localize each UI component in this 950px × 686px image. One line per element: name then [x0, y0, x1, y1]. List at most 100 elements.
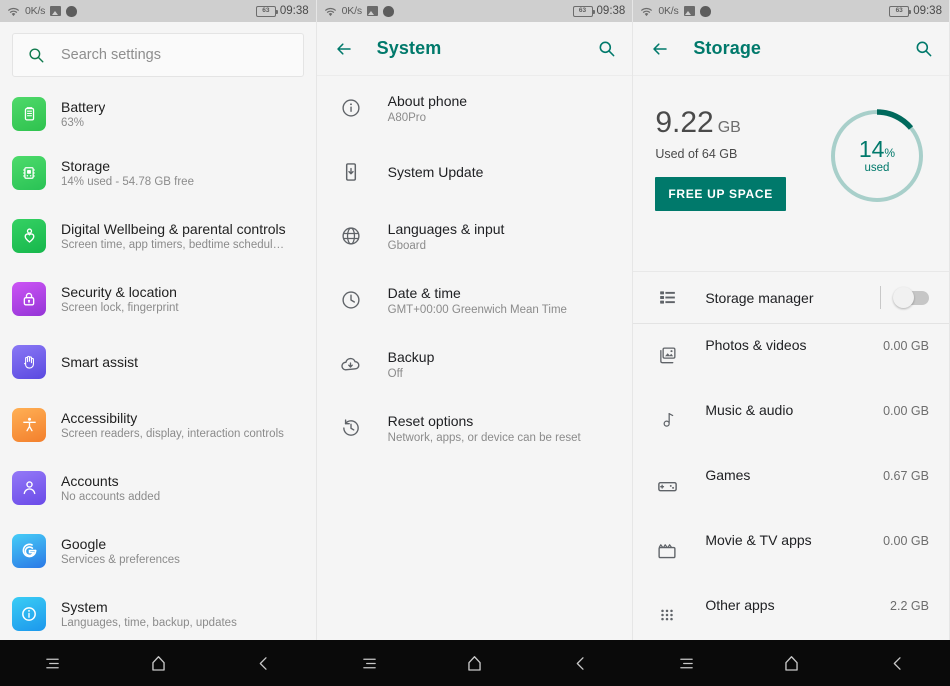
- settings-item-security-location[interactable]: Security & location Screen lock, fingerp…: [12, 267, 316, 330]
- storage-category-body: Music & audio 0.00 GB: [705, 402, 929, 418]
- settings-item-text: Digital Wellbeing & parental controls Sc…: [61, 221, 286, 251]
- system-item-text: Date & time GMT+00:00 Greenwich Mean Tim…: [388, 285, 567, 316]
- back-button[interactable]: [867, 640, 927, 686]
- settings-item-subtitle: No accounts added: [61, 490, 161, 503]
- search-icon[interactable]: [914, 39, 933, 58]
- settings-item-system[interactable]: System Languages, time, backup, updates: [12, 582, 316, 645]
- system-item-title: Backup: [387, 348, 435, 365]
- storage-category-music-audio[interactable]: Music & audio 0.00 GB: [633, 389, 949, 454]
- storage-manager-row[interactable]: Storage manager: [633, 272, 949, 324]
- system-item-text: Backup Off: [388, 349, 435, 380]
- recents-button[interactable]: [23, 640, 83, 686]
- settings-item-subtitle: Screen lock, fingerprint: [61, 301, 179, 314]
- settings-item-subtitle: 63%: [61, 116, 85, 129]
- free-up-space-button[interactable]: FREE UP SPACE: [655, 177, 786, 211]
- back-arrow-icon[interactable]: [333, 40, 355, 58]
- storage-category-head: Other apps 2.2 GB: [705, 597, 929, 613]
- storage-category-games[interactable]: Games 0.67 GB: [633, 454, 949, 519]
- wifi-icon: [8, 7, 19, 16]
- status-bar-3: 0K/s 63 09:38: [633, 0, 949, 22]
- system-item-title: Languages & input: [387, 220, 505, 237]
- page-title: Storage: [693, 38, 762, 58]
- storage-category-name: Music & audio: [705, 402, 794, 418]
- storage-manager-toggle[interactable]: [892, 286, 929, 308]
- home-button[interactable]: [445, 640, 505, 686]
- music-note-icon: [655, 402, 679, 430]
- photos-icon: [655, 337, 679, 366]
- settings-item-title: Digital Wellbeing & parental controls: [61, 220, 286, 237]
- status-bar-left: 0K/s: [7, 5, 78, 17]
- home-button[interactable]: [128, 640, 188, 686]
- system-screen: 0K/s 63 09:38 System About phone A80Pro …: [316, 0, 634, 686]
- storage-category-head: Games 0.67 GB: [705, 467, 929, 483]
- storage-used-value-row: 9.22 GB: [655, 108, 786, 138]
- storage-used-unit: GB: [717, 119, 741, 136]
- recording-dot-icon: [699, 5, 711, 17]
- page-title: System: [376, 38, 442, 58]
- settings-item-storage[interactable]: Storage 14% used - 54.78 GB free: [12, 141, 316, 204]
- photo-icon: [50, 6, 62, 16]
- clapperboard-icon: [655, 532, 679, 562]
- storage-category-size: 0.67 GB: [883, 469, 929, 483]
- search-input[interactable]: Search settings: [12, 33, 304, 77]
- network-speed-label: 0K/s: [658, 5, 679, 17]
- storage-category-movie-tv-apps[interactable]: Movie & TV apps 0.00 GB: [633, 519, 949, 584]
- home-button[interactable]: [762, 640, 822, 686]
- system-item-languages-input[interactable]: Languages & input Gboard: [317, 204, 633, 268]
- navigation-bar: [0, 640, 950, 686]
- settings-item-accounts[interactable]: Accounts No accounts added: [12, 456, 316, 519]
- settings-item-text: Storage 14% used - 54.78 GB free: [61, 158, 194, 188]
- settings-item-battery[interactable]: Battery 63%: [12, 86, 316, 141]
- system-item-subtitle: GMT+00:00 Greenwich Mean Time: [387, 303, 567, 316]
- settings-item-title: Accounts: [61, 472, 119, 489]
- system-item-date-time[interactable]: Date & time GMT+00:00 Greenwich Mean Tim…: [317, 268, 633, 332]
- back-button[interactable]: [551, 640, 611, 686]
- storage-category-head: Music & audio 0.00 GB: [705, 402, 929, 418]
- system-item-title: Date & time: [387, 284, 461, 301]
- status-bar-right: 63 09:38: [889, 5, 942, 17]
- settings-item-subtitle: Services & preferences: [61, 553, 180, 566]
- search-icon[interactable]: [597, 39, 616, 58]
- globe-icon: [339, 225, 363, 247]
- settings-item-subtitle: 14% used - 54.78 GB free: [61, 175, 194, 188]
- system-item-reset-options[interactable]: Reset options Network, apps, or device c…: [317, 396, 633, 460]
- settings-item-smart-assist[interactable]: Smart assist: [12, 330, 316, 393]
- recents-button[interactable]: [656, 640, 716, 686]
- system-item-text: Reset options Network, apps, or device c…: [388, 413, 581, 444]
- back-button[interactable]: [234, 640, 294, 686]
- toggle-knob: [892, 286, 914, 308]
- system-item-subtitle: Gboard: [387, 239, 427, 252]
- settings-item-text: Smart assist: [61, 354, 138, 370]
- system-item-subtitle: Off: [387, 367, 403, 380]
- storage-usage-ring: 14% used: [827, 106, 927, 206]
- storage-category-photos-videos[interactable]: Photos & videos 0.00 GB: [633, 324, 949, 389]
- network-speed-label: 0K/s: [341, 5, 362, 17]
- accessibility-icon: [12, 407, 46, 442]
- settings-item-text: Battery 63%: [61, 99, 105, 129]
- settings-item-subtitle: Screen time, app timers, bedtime schedul…: [61, 238, 285, 251]
- settings-item-title: Accessibility: [61, 409, 138, 426]
- system-item-title: System Update: [387, 164, 484, 180]
- clock-label: 09:38: [913, 5, 942, 17]
- system-item-title: Reset options: [387, 412, 474, 429]
- settings-item-accessibility[interactable]: Accessibility Screen readers, display, i…: [12, 393, 316, 456]
- battery-level-label: 63: [895, 6, 903, 14]
- search-placeholder: Search settings: [61, 47, 161, 63]
- settings-item-google[interactable]: Google Services & preferences: [12, 519, 316, 582]
- storage-category-head: Movie & TV apps 0.00 GB: [705, 532, 929, 548]
- back-arrow-icon[interactable]: [649, 40, 671, 58]
- system-item-text: Languages & input Gboard: [388, 221, 505, 252]
- info-circle-icon: [12, 596, 46, 631]
- system-item-title: About phone: [387, 92, 468, 109]
- system-item-system-update[interactable]: System Update: [317, 140, 633, 204]
- google-g-icon: [12, 533, 46, 568]
- wellbeing-heart-icon: [12, 218, 46, 253]
- system-item-backup[interactable]: Backup Off: [317, 332, 633, 396]
- settings-item-digital-wellbeing[interactable]: Digital Wellbeing & parental controls Sc…: [12, 204, 316, 267]
- recents-button[interactable]: [339, 640, 399, 686]
- navigation-group-1: [0, 640, 317, 686]
- clock-label: 09:38: [279, 5, 309, 17]
- system-item-about-phone[interactable]: About phone A80Pro: [317, 76, 633, 140]
- storage-category-name: Other apps: [705, 597, 775, 613]
- storage-ring-block: 14% used: [827, 94, 927, 206]
